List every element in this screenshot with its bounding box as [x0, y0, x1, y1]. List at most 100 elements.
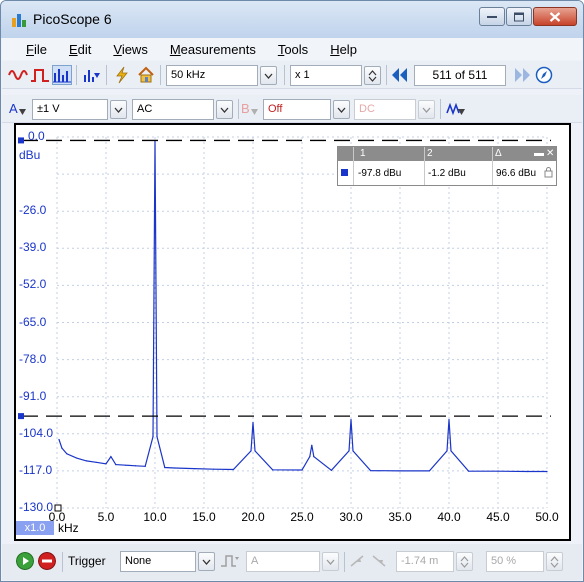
spectrum-point	[76, 457, 78, 459]
trigger-mode-dropdown[interactable]	[198, 552, 215, 571]
compass-icon	[535, 66, 553, 84]
trigger-source-dropdown[interactable]	[322, 552, 339, 571]
trigger-level-input[interactable]: -1.74 m	[396, 551, 454, 572]
rising-edge-icon	[350, 555, 364, 567]
trigger-mode-select[interactable]: None	[120, 551, 196, 572]
spectrum-point	[125, 464, 127, 466]
x-tick-label: 20.0	[241, 510, 265, 524]
spectrum-point	[213, 468, 215, 470]
spectrum-point	[330, 469, 332, 471]
trigger-toolbar: Trigger None A -1.74 m 50 %	[2, 544, 582, 580]
spectrum-mode-button[interactable]	[52, 65, 72, 85]
channel-a-options-button[interactable]: A	[8, 99, 28, 119]
home-button[interactable]	[136, 65, 156, 85]
menu-measurements[interactable]: Measurements	[170, 42, 256, 57]
trigger-level-spinner[interactable]	[456, 552, 473, 571]
y-tick-label: -78.0	[19, 351, 47, 366]
spectrum-point	[61, 447, 63, 449]
navigate-button[interactable]	[534, 65, 554, 85]
menu-tools[interactable]: Tools	[278, 42, 308, 57]
scope-mode-button[interactable]	[8, 65, 28, 85]
ruler-header-2: 2	[427, 148, 433, 159]
menu-edit[interactable]: Edit	[69, 42, 91, 57]
zoom-spinner[interactable]	[364, 66, 381, 85]
close-button[interactable]	[533, 7, 577, 26]
y-tick-label: 0.0	[28, 129, 45, 143]
ruler-value-delta: 96.6 dBu	[496, 168, 537, 179]
start-capture-button[interactable]	[16, 552, 34, 570]
pretrigger-spinner[interactable]	[546, 552, 563, 571]
spectrum-plot[interactable]	[16, 125, 569, 539]
falling-edge-button[interactable]	[370, 551, 390, 571]
fast-forward-icon	[515, 68, 530, 82]
spectrum-point	[448, 418, 450, 421]
y-tick-label: -117.0	[19, 462, 53, 477]
spectrum-point	[250, 450, 252, 452]
first-capture-button[interactable]	[390, 65, 410, 85]
channel-b-options-button[interactable]: B	[240, 99, 260, 119]
signal-generator-button[interactable]	[112, 65, 132, 85]
maximize-button[interactable]	[506, 7, 532, 26]
spectrum-point	[399, 470, 401, 472]
persistence-mode-icon	[31, 69, 49, 82]
x-axis-unit: kHz	[58, 521, 79, 535]
channel-a-range-dropdown[interactable]	[110, 100, 127, 119]
channel-b-range[interactable]: Off	[263, 99, 331, 120]
spectrum-options-button[interactable]	[82, 65, 102, 85]
lock-icon[interactable]	[544, 167, 553, 178]
capture-counter[interactable]: 511 of 511	[414, 65, 506, 86]
spectrum-point	[115, 464, 117, 466]
ruler-header-1: 1	[360, 148, 366, 159]
menu-views[interactable]: Views	[113, 42, 147, 57]
spectrum-point	[193, 468, 195, 470]
channel-b-coupling[interactable]: DC	[354, 99, 416, 120]
rising-edge-button[interactable]	[348, 551, 368, 571]
persistence-mode-button[interactable]	[30, 65, 50, 85]
advanced-trigger-icon	[221, 555, 239, 567]
ruler-table-close-icon[interactable]: ✕	[546, 148, 554, 159]
ruler-table-minimize-icon[interactable]: ▬	[534, 148, 544, 159]
spectrum-point	[174, 467, 176, 469]
waveform-options-icon	[446, 102, 465, 116]
timebase-dropdown[interactable]	[260, 66, 277, 85]
ruler-handle-icon	[18, 413, 24, 420]
spectrum-view[interactable]: dBu 0.0 -26.0 -39.0 -52.0 -65.0 -78.0 -91.0 -10…	[14, 123, 571, 541]
pretrigger-input[interactable]: 50 %	[486, 551, 544, 572]
spinner-icon	[550, 555, 559, 568]
ruler-measurement-table[interactable]: 1 2 Δ ▬ ✕ -97.8 dBu -1.2 dBu 96.6 dBu	[337, 146, 557, 186]
spectrum-point	[66, 453, 68, 455]
maximize-icon	[514, 12, 524, 21]
scope-mode-icon	[8, 70, 28, 80]
spectrum-point	[348, 450, 350, 452]
channel-b-range-dropdown[interactable]	[333, 100, 350, 119]
last-capture-button[interactable]	[512, 65, 532, 85]
trigger-source-select[interactable]: A	[246, 551, 320, 572]
channel-a-range[interactable]: ±1 V	[32, 99, 108, 120]
stop-capture-button[interactable]	[38, 552, 56, 570]
channel-options-button[interactable]	[446, 99, 466, 119]
menu-file[interactable]: File	[26, 42, 47, 57]
y-tick-label: -52.0	[19, 277, 47, 292]
advanced-trigger-button[interactable]	[220, 551, 240, 571]
channel-a-coupling-dropdown[interactable]	[216, 100, 233, 119]
x-tick-label: 45.0	[486, 510, 510, 524]
svg-text:B: B	[241, 101, 250, 116]
chevron-down-icon	[326, 559, 335, 565]
x-tick-label: 40.0	[437, 510, 461, 524]
spectrum-options-icon	[84, 70, 100, 82]
chevron-down-icon	[220, 107, 229, 113]
timebase-select[interactable]: 50 kHz	[166, 65, 258, 86]
y-tick-label: -26.0	[19, 203, 47, 218]
channel-a-coupling[interactable]: AC	[132, 99, 214, 120]
svg-text:A: A	[9, 101, 18, 116]
spectrum-point	[352, 450, 354, 452]
channel-b-coupling-dropdown[interactable]	[418, 100, 435, 119]
capture-toolbar: 50 kHz x 1 511 of 511	[2, 61, 582, 89]
zoom-select[interactable]: x 1	[290, 65, 362, 86]
channel-toolbar: A ±1 V AC B Off DC	[2, 95, 582, 123]
falling-edge-icon	[372, 555, 386, 567]
spectrum-point	[272, 469, 274, 471]
chevron-down-icon	[337, 107, 346, 113]
minimize-button[interactable]	[479, 7, 505, 26]
menu-help[interactable]: Help	[330, 42, 357, 57]
